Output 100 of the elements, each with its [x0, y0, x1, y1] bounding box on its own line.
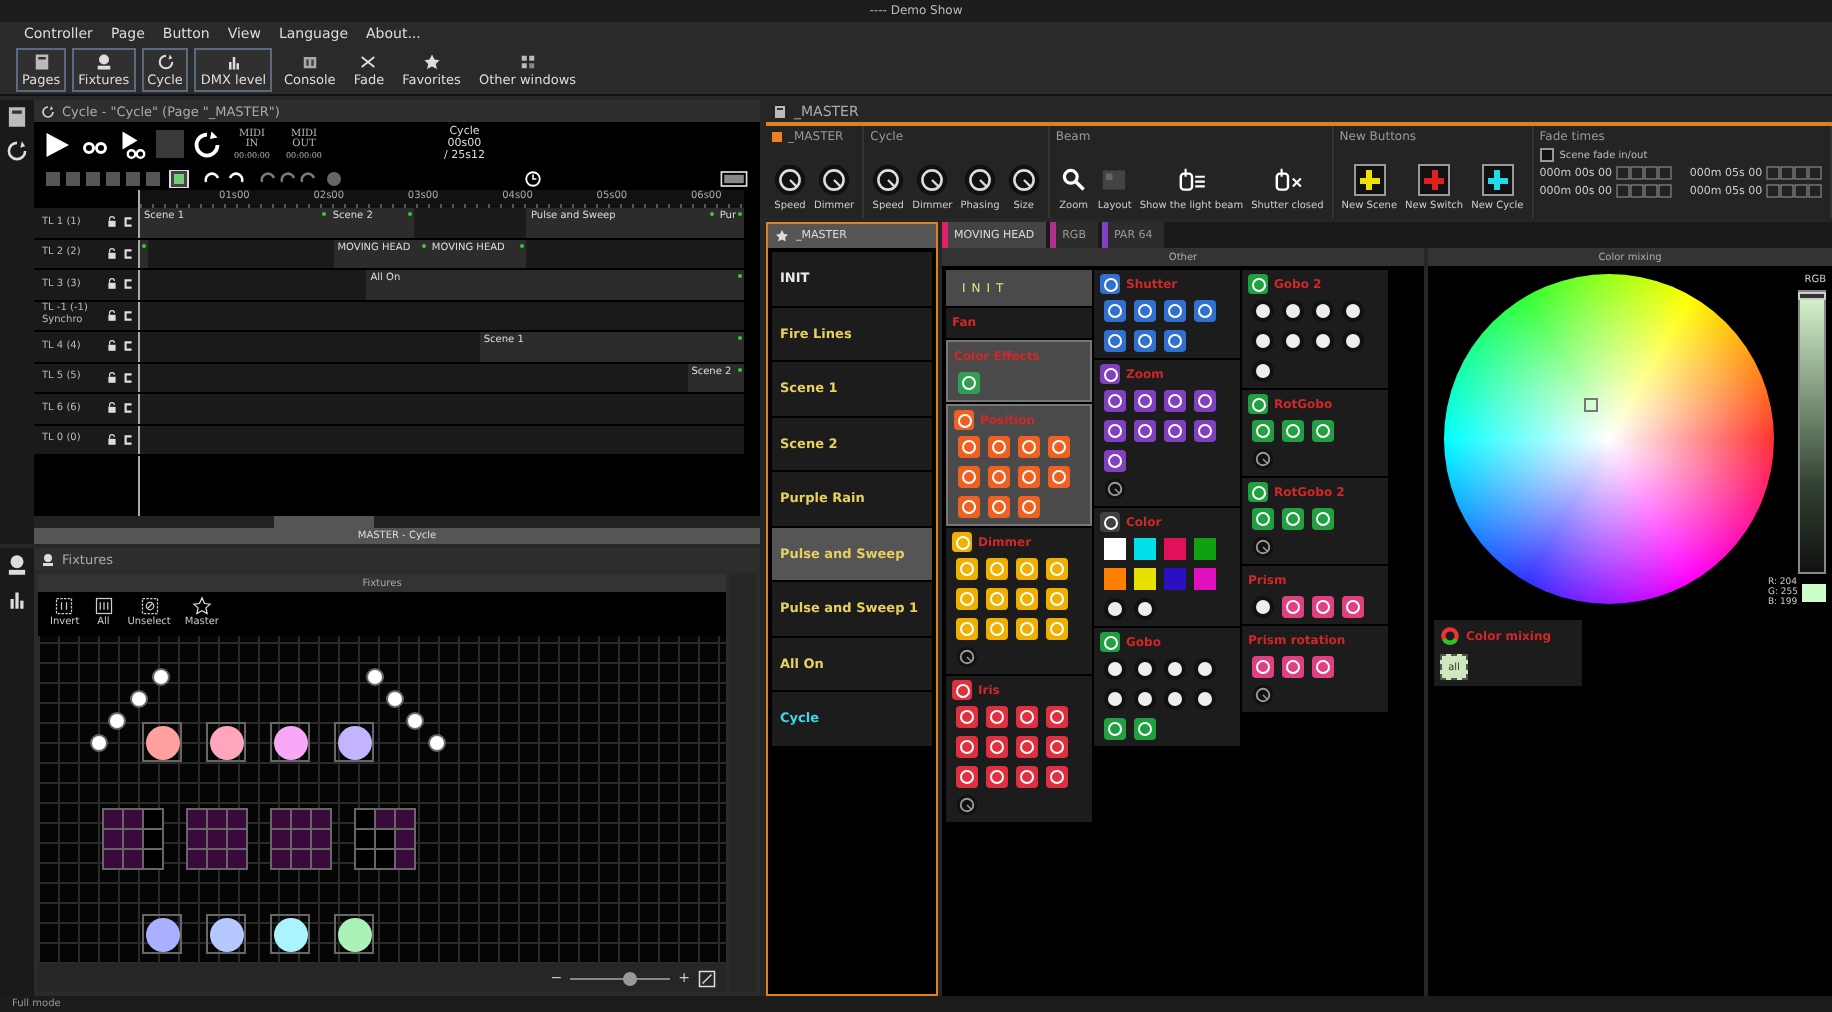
preset-icon[interactable] [956, 736, 978, 758]
gobo-icon[interactable] [1342, 330, 1364, 352]
start-marker-icon[interactable] [140, 239, 148, 268]
preset-icon[interactable] [1194, 300, 1216, 322]
preset-icon[interactable] [1104, 420, 1126, 442]
preset-icon[interactable] [988, 466, 1010, 488]
matrix-fixture[interactable] [186, 808, 248, 870]
preset-icon[interactable] [1282, 420, 1304, 442]
lock-icon[interactable] [106, 247, 118, 260]
preset-icon[interactable] [1312, 420, 1334, 442]
color-swatch[interactable] [1164, 568, 1186, 590]
preset-icon[interactable] [1046, 588, 1068, 610]
gobo-icon[interactable] [1164, 658, 1186, 680]
color-swatch[interactable] [1194, 538, 1216, 560]
fullscreen-icon[interactable] [720, 169, 748, 187]
spinner-icon[interactable] [1766, 184, 1823, 198]
preset-icon[interactable] [1018, 466, 1040, 488]
lock-icon[interactable] [106, 309, 118, 322]
clip-icon[interactable] [122, 371, 134, 384]
preset-icon[interactable] [1104, 718, 1126, 740]
gobo-icon[interactable] [1252, 596, 1274, 618]
knob-icon[interactable] [956, 646, 978, 668]
preset-icon[interactable] [986, 736, 1008, 758]
preset-icon[interactable] [1104, 450, 1126, 472]
play-button[interactable] [42, 129, 72, 159]
clip-icon[interactable] [122, 247, 134, 260]
preset-icon[interactable] [1104, 390, 1126, 412]
preset-icon[interactable] [1312, 656, 1334, 678]
preset-icon[interactable] [986, 588, 1008, 610]
preset-icon[interactable] [956, 558, 978, 580]
lock-icon[interactable] [106, 278, 118, 291]
gobo-icon[interactable] [1104, 598, 1126, 620]
preset-icon[interactable] [986, 766, 1008, 788]
preset-icon[interactable] [1312, 508, 1334, 530]
gobo-icon[interactable] [1104, 658, 1126, 680]
preset-icon[interactable] [986, 618, 1008, 640]
scroll-thumb[interactable] [274, 516, 374, 528]
preset-icon[interactable] [1252, 508, 1274, 530]
preset-icon[interactable] [1016, 618, 1038, 640]
preset-icon[interactable] [1018, 436, 1040, 458]
preset-icon[interactable] [1104, 300, 1126, 322]
clip-icon[interactable] [122, 216, 134, 229]
preset-icon[interactable] [1016, 588, 1038, 610]
knob-icon[interactable] [1104, 478, 1126, 500]
spinner-icon[interactable] [1615, 184, 1672, 198]
preset-icon[interactable] [1134, 718, 1156, 740]
gobo-icon[interactable] [1282, 300, 1304, 322]
preset-icon[interactable] [1312, 596, 1334, 618]
preset-icon[interactable] [1194, 390, 1216, 412]
gobo-icon[interactable] [1164, 688, 1186, 710]
preset-icon[interactable] [1104, 330, 1126, 352]
refresh-icon[interactable] [192, 129, 222, 159]
clip-icon[interactable] [122, 309, 134, 322]
preset-icon[interactable] [1164, 390, 1186, 412]
fixtures-icon[interactable] [4, 552, 30, 578]
preset-icon[interactable] [988, 436, 1010, 458]
lock-icon[interactable] [106, 402, 118, 415]
clip-icon[interactable] [122, 340, 134, 353]
preset-icon[interactable] [1194, 420, 1216, 442]
fit-icon[interactable] [698, 969, 716, 987]
clip-icon[interactable] [122, 433, 134, 446]
gobo-icon[interactable] [1312, 330, 1334, 352]
lock-icon[interactable] [106, 371, 118, 384]
preset-icon[interactable] [958, 496, 980, 518]
preset-icon[interactable] [1164, 300, 1186, 322]
preset-icon[interactable] [1018, 496, 1040, 518]
preset-icon[interactable] [1134, 330, 1156, 352]
preset-icon[interactable] [1164, 420, 1186, 442]
preset-icon[interactable] [1046, 766, 1068, 788]
preset-icon[interactable] [1048, 466, 1070, 488]
preset-icon[interactable] [956, 706, 978, 728]
gobo-icon[interactable] [1252, 300, 1274, 322]
preset-icon[interactable] [1016, 736, 1038, 758]
preset-icon[interactable] [1252, 656, 1274, 678]
clip-icon[interactable] [122, 402, 134, 415]
preset-icon[interactable] [1252, 420, 1274, 442]
cycle-icon[interactable] [4, 138, 30, 164]
preset-icon[interactable] [1016, 706, 1038, 728]
preset-icon[interactable] [1046, 736, 1068, 758]
gobo-icon[interactable] [1194, 658, 1216, 680]
preset-icon[interactable] [1282, 596, 1304, 618]
color-swatch[interactable] [1134, 568, 1156, 590]
matrix-fixture[interactable] [270, 808, 332, 870]
gobo-icon[interactable] [1134, 598, 1156, 620]
color-swatch[interactable] [1134, 538, 1156, 560]
preset-icon[interactable] [1046, 558, 1068, 580]
preset-icon[interactable] [1046, 618, 1068, 640]
preset-icon[interactable] [986, 558, 1008, 580]
knob-icon[interactable] [1252, 448, 1274, 470]
matrix-fixture[interactable] [102, 808, 164, 870]
play-loop-icon[interactable] [118, 129, 148, 159]
preset-icon[interactable] [958, 466, 980, 488]
preset-icon[interactable] [1134, 390, 1156, 412]
preset-icon[interactable] [1134, 300, 1156, 322]
preset-icon[interactable] [986, 706, 1008, 728]
gobo-icon[interactable] [1252, 330, 1274, 352]
color-swatch[interactable] [1104, 538, 1126, 560]
matrix-fixture[interactable] [354, 808, 416, 870]
preset-icon[interactable] [1282, 508, 1304, 530]
preset-icon[interactable] [1342, 596, 1364, 618]
